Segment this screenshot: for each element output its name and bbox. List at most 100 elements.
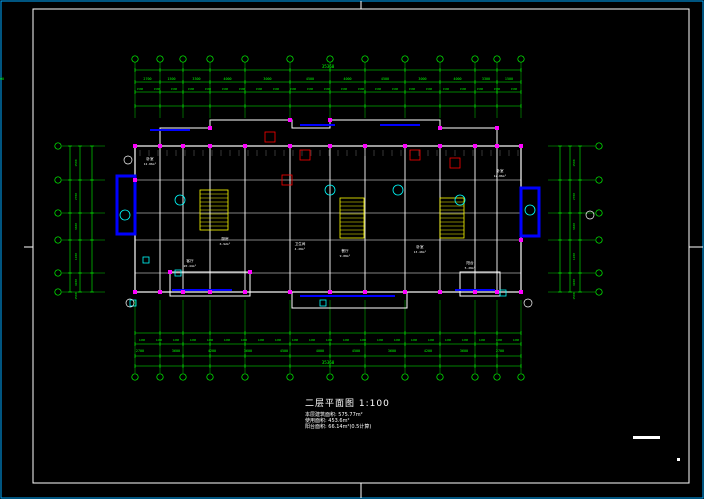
dimension-detail-top: 1500 — [154, 87, 161, 91]
dimension-detail-top: 1500 — [341, 87, 348, 91]
column — [288, 118, 292, 122]
dimension-detail-top: 1500 — [494, 87, 501, 91]
column — [403, 290, 407, 294]
dimension-detail-top: 1500 — [358, 87, 365, 91]
dimension-detail-bottom: 1200 — [190, 338, 197, 342]
column — [438, 290, 442, 294]
dimension-segment-right: 1200 — [572, 253, 576, 260]
dimension-segment-top: 1500 — [505, 77, 513, 81]
dimension-segment-right: 3300 — [572, 223, 576, 230]
column — [181, 144, 185, 148]
dimension-detail-top: 1500 — [290, 87, 297, 91]
column — [288, 144, 292, 148]
dimension-segment-bottom: 2700 — [496, 349, 504, 353]
dimension-segment-top: 3000 — [418, 77, 426, 81]
room-area: 5.20m² — [465, 266, 476, 270]
axis-bubble-left — [54, 176, 62, 184]
dimension-detail-top: 1500 — [307, 87, 314, 91]
dimension-detail-top: 1500 — [273, 87, 280, 91]
axis-bubble-top — [131, 55, 139, 63]
column — [133, 290, 137, 294]
dimension-segment-bottom: 4000 — [316, 349, 324, 353]
dimension-detail-top: 1500 — [222, 87, 229, 91]
dimension-detail-bottom: 1200 — [343, 338, 350, 342]
column — [519, 238, 523, 242]
drawing-scale: 1:100 — [358, 399, 390, 409]
column — [208, 290, 212, 294]
dimension-detail-bottom: 1200 — [394, 338, 401, 342]
dimension-segment-bottom: 4500 — [280, 349, 288, 353]
dimension-segment-top: 4000 — [223, 77, 231, 81]
section-symbol — [585, 210, 595, 220]
axis-bubble-right — [595, 142, 603, 150]
dimension-detail-top: 1500 — [460, 87, 467, 91]
dimension-detail-top: 1500 — [409, 87, 416, 91]
dimension-detail-bottom: 1200 — [377, 338, 384, 342]
dimension-detail-bottom: 1200 — [428, 338, 435, 342]
dimension-detail-top: 1500 — [239, 87, 246, 91]
room-name: 卧室 — [416, 244, 424, 249]
balcony-bottom-center — [291, 291, 408, 309]
column — [158, 144, 162, 148]
dimension-detail-bottom: 1200 — [292, 338, 299, 342]
fixture — [119, 209, 131, 221]
column — [288, 290, 292, 294]
dimension-segment-left: 1500 — [74, 159, 78, 166]
dimension-segment-left: 2700 — [74, 193, 78, 200]
column — [208, 144, 212, 148]
dimension-segment-right: 4200 — [572, 279, 576, 286]
axis-bubble-left — [54, 209, 62, 217]
dimension-segment-left: 3300 — [74, 223, 78, 230]
dimension-detail-top: 1500 — [375, 87, 382, 91]
axis-bubble-right — [595, 209, 603, 217]
column — [243, 290, 247, 294]
dimension-detail-top: 1500 — [392, 87, 399, 91]
dimension-detail-bottom: 1200 — [224, 338, 231, 342]
column — [403, 144, 407, 148]
dimension-segment-right: 1500 — [572, 159, 576, 166]
axis-bubble-bottom — [326, 373, 334, 381]
axis-bubble-bottom — [131, 373, 139, 381]
room-name: 客厅 — [186, 258, 194, 263]
dimension-detail-top: 1500 — [443, 87, 450, 91]
dimension-segment-top: 2700 — [143, 77, 151, 81]
axis-bubble-top — [179, 55, 187, 63]
axis-bubble-bottom — [361, 373, 369, 381]
fixture — [392, 184, 404, 196]
dimension-segment-bottom: 3600 — [172, 349, 180, 353]
dimension-segment-top: 2700 — [0, 77, 4, 81]
drawing-title: 二层平面图 1:100 — [305, 396, 390, 409]
column — [248, 270, 252, 274]
column — [133, 178, 137, 182]
room-area: 12.86m² — [144, 162, 157, 166]
dimension-detail-bottom: 1200 — [309, 338, 316, 342]
axis-bubble-top — [361, 55, 369, 63]
dimension-detail-top: 1500 — [477, 87, 484, 91]
dimension-segment-top: 4500 — [381, 77, 389, 81]
fixture — [174, 194, 186, 206]
column — [473, 290, 477, 294]
dimension-segment-right: 1500 — [572, 292, 576, 299]
dimension-detail-bottom: 1200 — [462, 338, 469, 342]
exterior-wall-top — [135, 119, 521, 147]
column — [181, 290, 185, 294]
dimension-detail-top: 1500 — [188, 87, 195, 91]
dimension-overall-bottom: 35360 — [322, 360, 335, 365]
dimension-detail-bottom: 1200 — [258, 338, 265, 342]
drawing-title-text: 二层平面图 — [305, 399, 356, 409]
corner-mark — [677, 458, 680, 461]
scale-bar — [633, 436, 660, 439]
column — [363, 144, 367, 148]
dimension-detail-bottom: 1200 — [360, 338, 367, 342]
drawing-title-block: 二层平面图 1:100 本层建筑面积: 575.77m² 使用面积: 453.6… — [305, 396, 390, 430]
door-swing — [299, 149, 311, 161]
axis-bubble-top — [206, 55, 214, 63]
dimension-detail-top: 1500 — [137, 87, 144, 91]
axis-bubble-top — [517, 55, 525, 63]
dimension-segment-bottom: 4200 — [424, 349, 432, 353]
column — [363, 290, 367, 294]
axis-bubble-bottom — [179, 373, 187, 381]
dimension-detail-top: 1500 — [426, 87, 433, 91]
window-right — [519, 186, 541, 238]
axis-bubble-left — [54, 288, 62, 296]
